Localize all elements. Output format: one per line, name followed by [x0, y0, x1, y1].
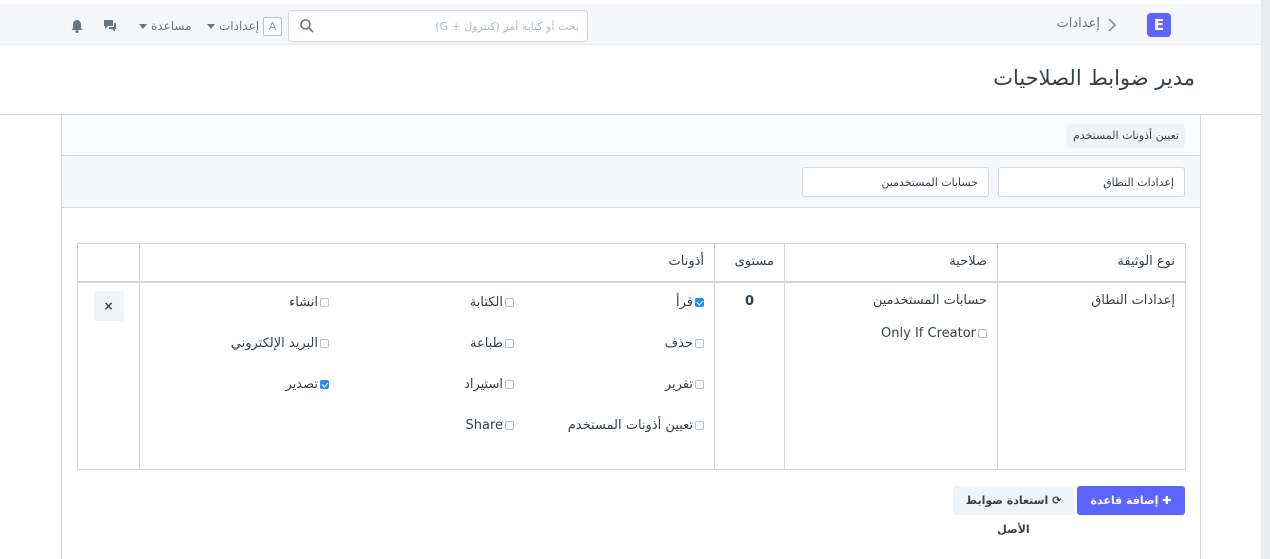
- settings-dropdown[interactable]: إعدادات: [207, 19, 259, 33]
- permission-label: انشاء: [289, 294, 318, 310]
- permission-label: تعيين أذونات المستخدم: [567, 417, 693, 433]
- doctype-cell[interactable]: إعدادات النطاق: [997, 281, 1186, 470]
- actions-header: [77, 243, 140, 283]
- filter-bar: [62, 157, 1200, 208]
- top-navbar: E إعدادات A إعدادات مساعدة: [0, 4, 1270, 45]
- permissions-header: أذونات: [139, 243, 715, 283]
- permission-checkbox[interactable]: [505, 297, 514, 307]
- chevron-right-icon: [1108, 18, 1117, 32]
- permission-option[interactable]: قرأ: [514, 295, 704, 310]
- only-if-creator-checkbox[interactable]: [978, 328, 987, 338]
- permission-option[interactable]: حذف: [514, 336, 704, 351]
- caret-down-icon: [207, 23, 215, 29]
- permission-checkbox[interactable]: [695, 420, 704, 430]
- permission-checkbox[interactable]: [505, 338, 514, 348]
- permission-checkbox[interactable]: [320, 379, 329, 389]
- permission-option[interactable]: تعيين أذونات المستخدم: [514, 418, 704, 433]
- caret-down-icon: [139, 23, 147, 29]
- delete-cell: ×: [77, 281, 140, 470]
- permission-label: حذف: [664, 335, 693, 351]
- permission-checkbox[interactable]: [695, 297, 704, 307]
- search-icon: [300, 19, 314, 33]
- table-row: إعدادات النطاق حسابات المستخدمين Only If…: [77, 281, 1186, 470]
- permission-checkbox[interactable]: [695, 338, 704, 348]
- help-dropdown-label: مساعدة: [151, 19, 192, 33]
- permission-label: تقرير: [664, 376, 693, 392]
- permission-checkbox[interactable]: [695, 379, 704, 389]
- permission-option[interactable]: استيراد: [329, 377, 514, 392]
- doctype-header: نوع الوثيقة: [997, 243, 1186, 283]
- permission-label: البريد الإلكتروني: [230, 335, 318, 351]
- permission-label: Share: [465, 417, 503, 433]
- restore-defaults-button[interactable]: ⟳ استعادة ضوابط الأصل: [953, 486, 1074, 536]
- brand-logo[interactable]: E: [1147, 13, 1171, 37]
- permission-checkbox[interactable]: [320, 297, 329, 307]
- permission-checkbox[interactable]: [505, 379, 514, 389]
- only-if-creator-option[interactable]: Only If Creator: [795, 326, 987, 341]
- refresh-icon: ⟳: [1052, 494, 1062, 507]
- notification-bell-icon[interactable]: [69, 18, 85, 34]
- page-head: تعيين أذونات المستخدم: [62, 115, 1200, 156]
- permission-label: استيراد: [464, 376, 503, 392]
- avatar[interactable]: A: [263, 17, 282, 36]
- page-title: مدير ضوابط الصلاحيات: [993, 66, 1195, 90]
- role-header: صلاحية: [784, 243, 998, 283]
- only-if-creator-label: Only If Creator: [881, 325, 976, 341]
- permission-option[interactable]: تصدير: [154, 377, 329, 392]
- permission-option[interactable]: البريد الإلكتروني: [154, 336, 329, 351]
- permissions-table: نوع الوثيقة صلاحية مستوى أذونات إعدادات …: [77, 243, 1186, 470]
- role-cell: حسابات المستخدمين Only If Creator: [784, 281, 998, 470]
- permission-option[interactable]: طباعة: [329, 336, 514, 351]
- breadcrumb-settings[interactable]: إعدادات: [1040, 16, 1100, 31]
- permission-checkbox[interactable]: [320, 338, 329, 348]
- permission-label: طباعة: [470, 335, 503, 351]
- role-filter[interactable]: [802, 167, 989, 197]
- permission-label: قرأ: [676, 294, 693, 310]
- table-header-row: نوع الوثيقة صلاحية مستوى أذونات: [77, 243, 1186, 283]
- role-name[interactable]: حسابات المستخدمين: [795, 293, 987, 308]
- add-new-rule-button[interactable]: ✚ إضافة قاعدة جديدة: [1077, 486, 1185, 536]
- level-header: مستوى: [714, 243, 785, 283]
- settings-dropdown-label: إعدادات: [219, 19, 260, 33]
- permission-option[interactable]: الكتابة: [329, 295, 514, 310]
- permission-option[interactable]: انشاء: [154, 295, 329, 310]
- search-input[interactable]: [325, 11, 585, 41]
- help-dropdown[interactable]: مساعدة: [139, 19, 192, 33]
- doctype-filter[interactable]: [998, 167, 1185, 197]
- level-cell: 0: [714, 281, 785, 470]
- permission-label: الكتابة: [469, 294, 503, 310]
- permission-label: تصدير: [285, 376, 318, 392]
- set-user-permissions-button[interactable]: تعيين أذونات المستخدم: [1067, 124, 1185, 148]
- chat-icon[interactable]: [102, 18, 118, 34]
- permission-option[interactable]: Share: [329, 418, 514, 433]
- plus-icon: ✚: [1162, 494, 1172, 507]
- scrollbar[interactable]: [1261, 0, 1270, 559]
- permission-checkbox-grid: قرأ الكتابة انشاء حذف طباعة البريد الإلكتروني…: [150, 293, 704, 459]
- permission-checkbox[interactable]: [505, 420, 514, 430]
- remove-rule-button[interactable]: ×: [93, 290, 124, 321]
- search-box[interactable]: [288, 10, 588, 42]
- permission-option[interactable]: تقرير: [514, 377, 704, 392]
- permissions-cell: قرأ الكتابة انشاء حذف طباعة البريد الإلكتروني…: [139, 281, 715, 470]
